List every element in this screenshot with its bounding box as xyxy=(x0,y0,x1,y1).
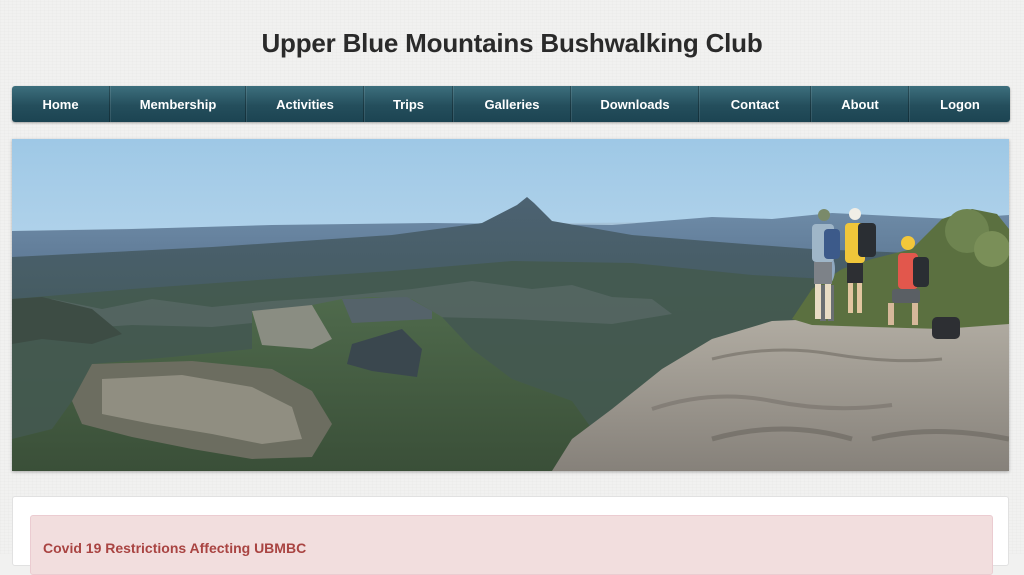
hero-banner-image xyxy=(12,139,1009,471)
nav-item-contact[interactable]: Contact xyxy=(699,86,811,122)
content-card: Covid 19 Restrictions Affecting UBMBC xyxy=(12,496,1009,575)
nav-item-galleries[interactable]: Galleries xyxy=(453,86,571,122)
nav-item-logon[interactable]: Logon xyxy=(909,86,1010,122)
nav-item-downloads[interactable]: Downloads xyxy=(571,86,699,122)
nav-item-activities[interactable]: Activities xyxy=(246,86,364,122)
main-navigation: Home Membership Activities Trips Galleri… xyxy=(12,86,1010,122)
covid-notice-alert: Covid 19 Restrictions Affecting UBMBC xyxy=(30,515,993,575)
nav-item-home[interactable]: Home xyxy=(12,86,110,122)
nav-item-membership[interactable]: Membership xyxy=(110,86,246,122)
site-title: Upper Blue Mountains Bushwalking Club xyxy=(261,28,763,58)
nav-item-trips[interactable]: Trips xyxy=(364,86,453,122)
nav-item-about[interactable]: About xyxy=(811,86,909,122)
